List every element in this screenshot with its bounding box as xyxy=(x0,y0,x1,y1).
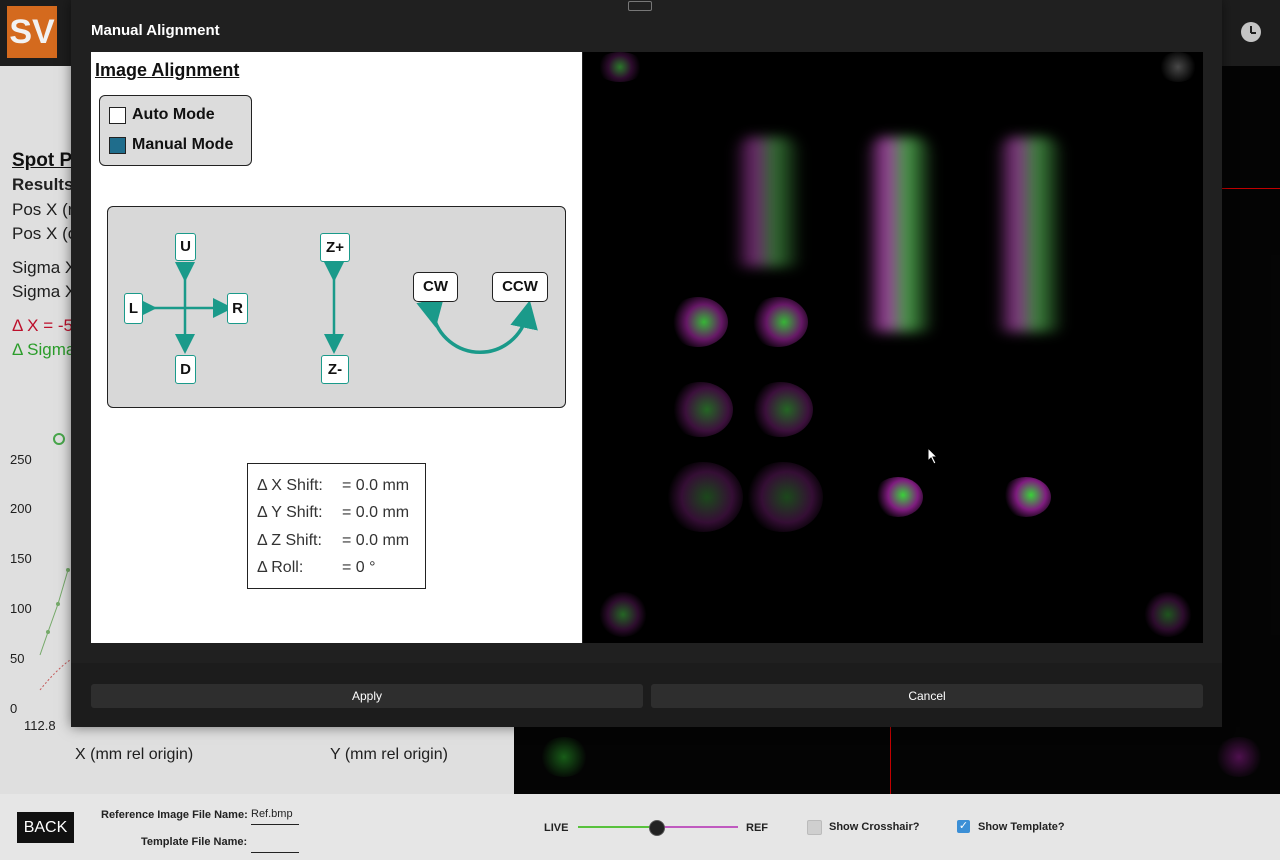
live-ref-slider-knob[interactable] xyxy=(649,820,665,836)
shift-readout: Δ X Shift: = 0.0 mm Δ Y Shift: = 0.0 mm Δ … xyxy=(247,463,426,589)
auto-mode-label: Auto Mode xyxy=(132,106,215,123)
z-minus-button[interactable]: Z- xyxy=(321,355,349,384)
rotate-cw-button[interactable]: CW xyxy=(413,272,458,302)
slider-track-ref[interactable] xyxy=(656,826,738,828)
move-left-button[interactable]: L xyxy=(124,293,143,324)
y-shift-label: Δ Y Shift: xyxy=(257,504,323,521)
drag-handle[interactable] xyxy=(628,1,652,11)
roll-label: Δ Roll: xyxy=(257,559,304,576)
manual-mode-option[interactable]: Manual Mode xyxy=(109,136,233,154)
roll-row: Δ Roll: = 0 ° xyxy=(257,559,376,577)
cancel-button[interactable]: Cancel xyxy=(651,684,1203,708)
x-shift-row: Δ X Shift: = 0.0 mm xyxy=(257,477,409,495)
move-right-button[interactable]: R xyxy=(227,293,248,324)
y-shift-row: Δ Y Shift: = 0.0 mm xyxy=(257,504,409,522)
z-shift-value: = 0.0 mm xyxy=(342,532,410,549)
y-shift-value: = 0.0 mm xyxy=(342,504,410,521)
x-shift-value: = 0.0 mm xyxy=(342,477,410,494)
auto-mode-checkbox[interactable] xyxy=(109,106,126,124)
z-plus-button[interactable]: Z+ xyxy=(320,233,350,262)
slider-track-live[interactable] xyxy=(578,826,656,828)
rotate-ccw-button[interactable]: CCW xyxy=(492,272,548,302)
image-alignment-heading: Image Alignment xyxy=(95,60,240,80)
apply-button[interactable]: Apply xyxy=(91,684,643,708)
move-down-button[interactable]: D xyxy=(175,355,196,384)
dialog-title: Manual Alignment xyxy=(91,22,220,39)
template-label: Template File Name: xyxy=(141,836,248,848)
manual-mode-checkbox[interactable] xyxy=(109,136,126,154)
z-shift-row: Δ Z Shift: = 0.0 mm xyxy=(257,532,409,550)
ref-image-field[interactable]: Ref.bmp xyxy=(251,808,299,825)
template-field[interactable] xyxy=(251,836,299,853)
show-crosshair-checkbox[interactable] xyxy=(807,820,822,835)
ref-image-label: Reference Image File Name: xyxy=(101,809,248,821)
roll-value: = 0 ° xyxy=(342,559,376,576)
mouse-cursor-icon xyxy=(927,447,939,465)
auto-mode-option[interactable]: Auto Mode xyxy=(109,106,215,124)
back-button[interactable]: BACK xyxy=(17,812,74,843)
show-crosshair-label: Show Crosshair? xyxy=(829,821,920,833)
show-template-label: Show Template? xyxy=(978,821,1065,833)
manual-mode-label: Manual Mode xyxy=(132,136,234,153)
live-label: LIVE xyxy=(544,822,569,834)
show-template-checkbox[interactable]: ✓ xyxy=(957,820,970,833)
z-shift-label: Δ Z Shift: xyxy=(257,532,322,549)
move-up-button[interactable]: U xyxy=(175,233,196,261)
overlay-image-view[interactable] xyxy=(583,52,1203,643)
ref-label: REF xyxy=(746,822,768,834)
x-shift-label: Δ X Shift: xyxy=(257,477,323,494)
